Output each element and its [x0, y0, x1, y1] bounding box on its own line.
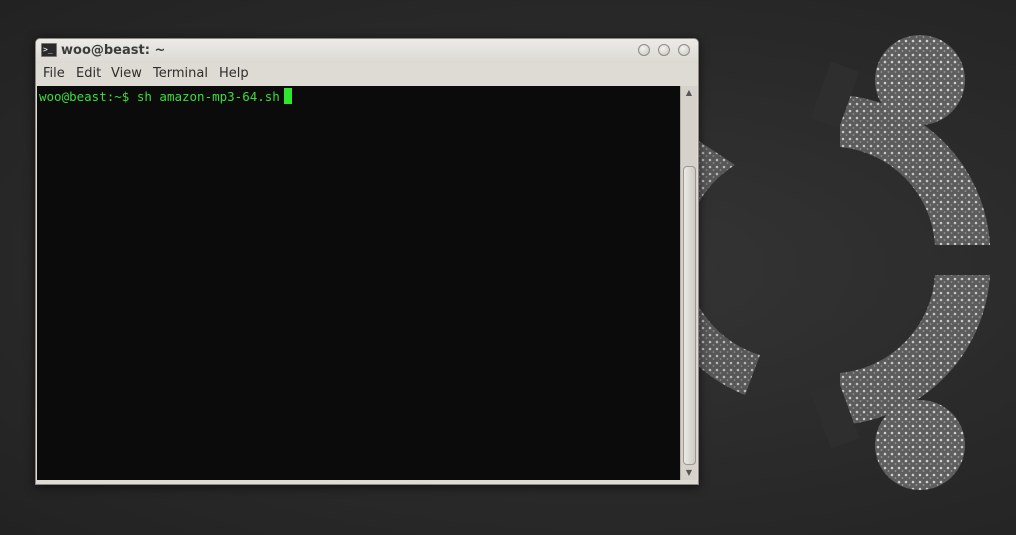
menubar: File Edit View Terminal Help: [36, 63, 698, 85]
terminal-icon: >_: [41, 43, 57, 57]
close-button[interactable]: [678, 44, 690, 56]
menu-terminal[interactable]: Terminal: [153, 66, 208, 81]
terminal-output-area[interactable]: woo@beast:~$ sh amazon-mp3-64.sh: [37, 86, 680, 480]
window-titlebar[interactable]: >_ woo@beast: ~: [36, 39, 698, 63]
command-text: sh amazon-mp3-64.sh: [136, 89, 280, 104]
text-cursor: [283, 88, 292, 104]
command-line: woo@beast:~$ sh amazon-mp3-64.sh: [39, 88, 292, 104]
maximize-button[interactable]: [658, 44, 670, 56]
minimize-button[interactable]: [638, 44, 650, 56]
menu-view[interactable]: View: [111, 66, 142, 81]
scroll-down-arrow-icon[interactable]: ▼: [681, 466, 697, 480]
menu-help[interactable]: Help: [219, 66, 249, 81]
menu-file[interactable]: File: [43, 66, 65, 81]
shell-prompt: woo@beast:~$: [39, 89, 137, 104]
scroll-up-arrow-icon[interactable]: ▲: [681, 86, 697, 100]
scrollbar-thumb[interactable]: [683, 166, 696, 465]
vertical-scrollbar[interactable]: ▲ ▼: [680, 86, 697, 480]
menu-edit[interactable]: Edit: [76, 66, 101, 81]
window-title: woo@beast: ~: [61, 43, 166, 58]
terminal-window[interactable]: >_ woo@beast: ~ File Edit View Terminal …: [35, 38, 699, 485]
